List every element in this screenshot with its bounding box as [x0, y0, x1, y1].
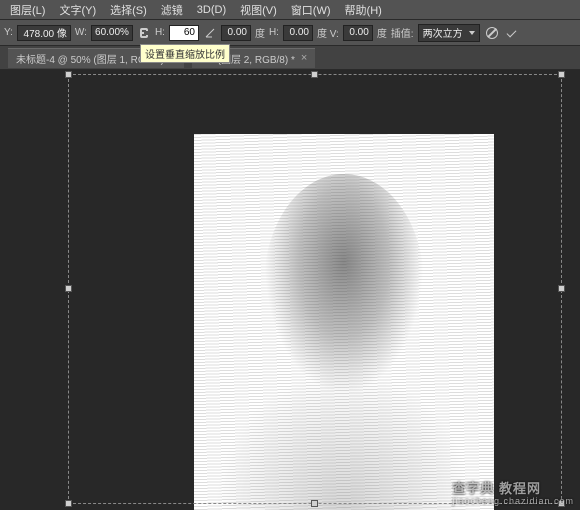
menu-layer[interactable]: 图层(L) [4, 0, 51, 20]
menu-type[interactable]: 文字(Y) [53, 0, 102, 20]
menu-select[interactable]: 选择(S) [104, 0, 153, 20]
canvas-area[interactable] [0, 70, 580, 510]
v-input[interactable] [343, 25, 373, 41]
watermark-main: 查字典 教程网 [452, 481, 541, 496]
v-label: 度 V: [317, 25, 339, 40]
h-input[interactable] [169, 25, 199, 41]
h2-label: H: [269, 27, 279, 38]
cancel-transform-icon[interactable] [484, 25, 500, 41]
v-unit: 度 [377, 25, 387, 40]
h-label: H: [155, 27, 165, 38]
angle-unit: 度 [255, 25, 265, 40]
menu-window[interactable]: 窗口(W) [285, 0, 337, 20]
angle-icon [203, 26, 217, 40]
transform-handle-tl[interactable] [65, 71, 72, 78]
document-tabs: 未标题-4 @ 50% (图层 1, RGB/8) × 7% (图层 2, RG… [0, 46, 580, 70]
transform-handle-ml[interactable] [65, 285, 72, 292]
transform-handle-tm[interactable] [311, 71, 318, 78]
transform-bounding-box[interactable] [68, 74, 562, 504]
options-bar: Y: W: H: 度 H: 度 V: 度 插值: 两次立方 [0, 20, 580, 46]
watermark: 查字典 教程网 jiaocheng.chazidian.com [452, 478, 574, 506]
transform-handle-tr[interactable] [558, 71, 565, 78]
h2-input[interactable] [283, 25, 313, 41]
y-label: Y: [4, 27, 13, 38]
transform-handle-bl[interactable] [65, 500, 72, 507]
close-icon[interactable]: × [301, 52, 307, 64]
link-aspect-icon[interactable] [137, 26, 151, 40]
interp-label: 插值: [391, 25, 414, 40]
w-label: W: [75, 27, 87, 38]
w-input[interactable] [91, 25, 133, 41]
menu-help[interactable]: 帮助(H) [339, 0, 388, 20]
menu-filter[interactable]: 滤镜 [155, 0, 189, 20]
commit-transform-icon[interactable] [504, 25, 520, 41]
menu-3d[interactable]: 3D(D) [191, 2, 232, 18]
menubar: 图层(L) 文字(Y) 选择(S) 滤镜 3D(D) 视图(V) 窗口(W) 帮… [0, 0, 580, 20]
watermark-sub: jiaocheng.chazidian.com [452, 497, 574, 506]
tooltip: 设置垂直缩放比例 [140, 44, 230, 63]
transform-handle-mr[interactable] [558, 285, 565, 292]
menu-view[interactable]: 视图(V) [234, 0, 283, 20]
angle-input[interactable] [221, 25, 251, 41]
interp-dropdown[interactable]: 两次立方 [418, 24, 480, 42]
y-input[interactable] [17, 25, 71, 41]
transform-handle-bm[interactable] [311, 500, 318, 507]
